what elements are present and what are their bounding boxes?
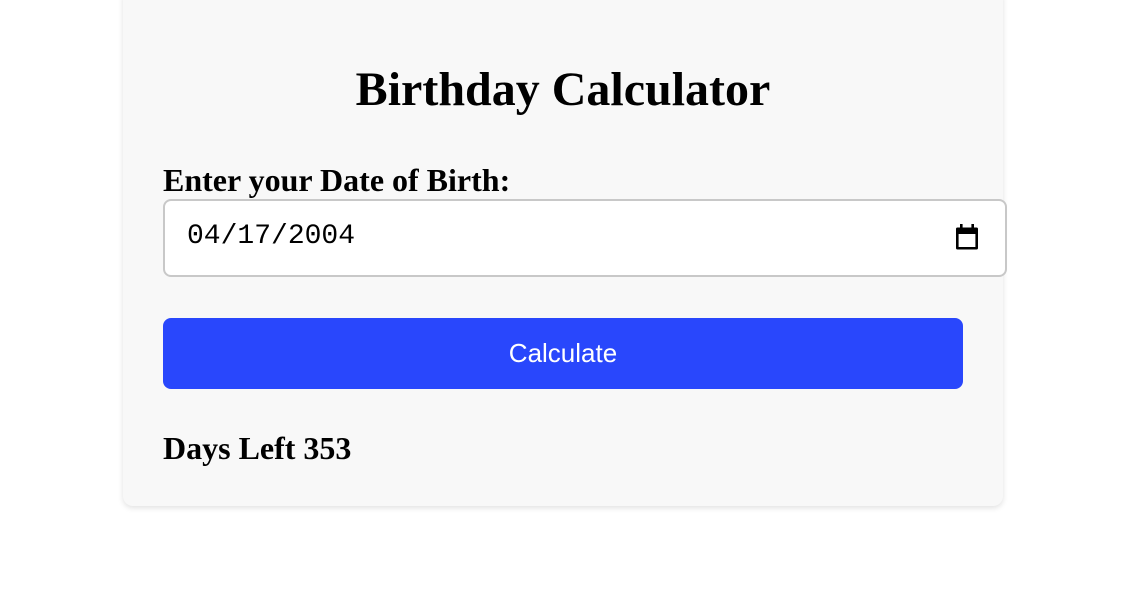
calculator-card: Birthday Calculator Enter your Date of B… [123,0,1007,506]
calendar-icon[interactable] [955,224,979,250]
dob-label: Enter your Date of Birth: [163,162,511,198]
days-left-result: Days Left 353 [163,430,352,466]
page-title: Birthday Calculator [355,63,771,116]
dob-date-value[interactable]: 04/17/2004 [187,223,355,251]
dob-date-input[interactable]: 04/17/2004 [163,199,1007,277]
calculate-button[interactable]: Calculate [163,318,963,389]
